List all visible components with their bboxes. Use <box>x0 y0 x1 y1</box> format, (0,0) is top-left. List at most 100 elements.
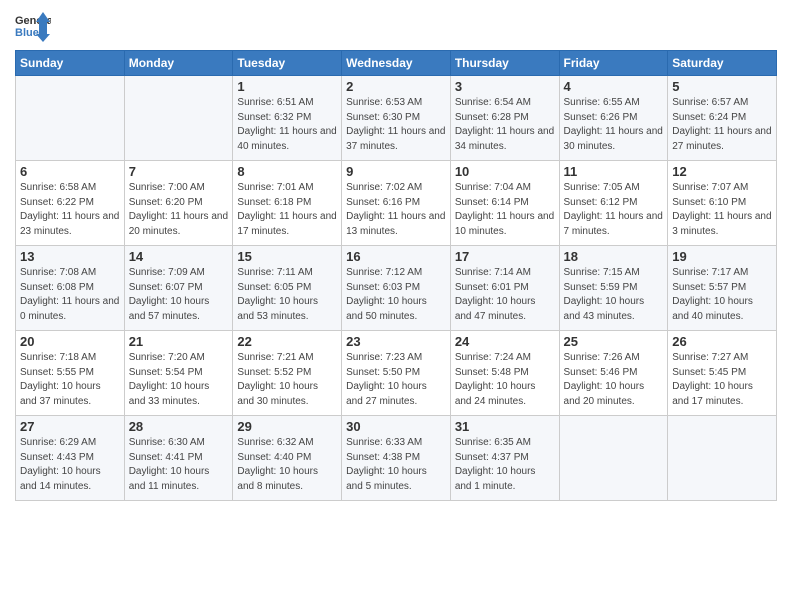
day-number: 27 <box>20 419 120 434</box>
calendar-cell: 9Sunrise: 7:02 AM Sunset: 6:16 PM Daylig… <box>342 161 451 246</box>
day-number: 13 <box>20 249 120 264</box>
day-number: 29 <box>237 419 337 434</box>
calendar-cell: 24 Sunrise: 7:24 AM Sunset: 5:48 PM Dayli… <box>450 331 559 416</box>
calendar-cell: 17 Sunrise: 7:14 AM Sunset: 6:01 PM Dayli… <box>450 246 559 331</box>
day-info: Sunrise: 7:15 AM Sunset: 5:59 PM Dayligh… <box>564 266 664 324</box>
day-number: 17 <box>455 249 555 264</box>
week-row-1: 1 Sunrise: 6:51 AM Sunset: 6:32 PM Daylig… <box>16 76 777 161</box>
day-info: Sunrise: 7:18 AM Sunset: 5:55 PM Dayligh… <box>20 351 120 409</box>
calendar-cell: 25 Sunrise: 7:26 AM Sunset: 5:46 PM Dayli… <box>559 331 668 416</box>
day-number: 30 <box>346 419 446 434</box>
day-number: 9 <box>346 164 446 179</box>
day-number: 23 <box>346 334 446 349</box>
calendar-cell: 12 Sunrise: 7:07 AM Sunset: 6:10 PM Dayli… <box>668 161 777 246</box>
calendar-cell: 26 Sunrise: 7:27 AM Sunset: 5:45 PM Dayli… <box>668 331 777 416</box>
day-info: Sunrise: 7:00 AM Sunset: 6:20 PM Dayligh… <box>129 181 229 239</box>
day-number: 7 <box>129 164 229 179</box>
day-info: Sunrise: 7:20 AM Sunset: 5:54 PM Dayligh… <box>129 351 229 409</box>
day-info: Sunrise: 7:21 AM Sunset: 5:52 PM Dayligh… <box>237 351 337 409</box>
day-info: Sunrise: 7:07 AM Sunset: 6:10 PM Dayligh… <box>672 181 772 239</box>
day-number: 6 <box>20 164 120 179</box>
day-header-tuesday: Tuesday <box>233 51 342 76</box>
calendar-cell: 29 Sunrise: 6:32 AM Sunset: 4:40 PM Dayli… <box>233 416 342 501</box>
day-info: Sunrise: 6:54 AM Sunset: 6:28 PM Dayligh… <box>455 96 555 154</box>
svg-text:Blue: Blue <box>15 27 39 39</box>
day-info: Sunrise: 7:12 AM Sunset: 6:03 PM Dayligh… <box>346 266 446 324</box>
day-number: 4 <box>564 79 664 94</box>
page-container: General Blue SundayMondayTuesdayWednesda… <box>0 0 792 511</box>
day-number: 1 <box>237 79 337 94</box>
day-number: 26 <box>672 334 772 349</box>
day-number: 25 <box>564 334 664 349</box>
calendar-cell: 28 Sunrise: 6:30 AM Sunset: 4:41 PM Dayli… <box>124 416 233 501</box>
day-number: 21 <box>129 334 229 349</box>
day-info: Sunrise: 7:14 AM Sunset: 6:01 PM Dayligh… <box>455 266 555 324</box>
day-info: Sunrise: 6:33 AM Sunset: 4:38 PM Dayligh… <box>346 436 446 494</box>
calendar-cell: 20 Sunrise: 7:18 AM Sunset: 5:55 PM Dayli… <box>16 331 125 416</box>
week-row-4: 20 Sunrise: 7:18 AM Sunset: 5:55 PM Dayli… <box>16 331 777 416</box>
day-number: 5 <box>672 79 772 94</box>
day-info: Sunrise: 7:27 AM Sunset: 5:45 PM Dayligh… <box>672 351 772 409</box>
day-number: 24 <box>455 334 555 349</box>
calendar-cell: 4Sunrise: 6:55 AM Sunset: 6:26 PM Daylig… <box>559 76 668 161</box>
day-number: 20 <box>20 334 120 349</box>
day-number: 12 <box>672 164 772 179</box>
day-info: Sunrise: 6:32 AM Sunset: 4:40 PM Dayligh… <box>237 436 337 494</box>
calendar-cell: 23 Sunrise: 7:23 AM Sunset: 5:50 PM Dayli… <box>342 331 451 416</box>
calendar-cell: 6 Sunrise: 6:58 AM Sunset: 6:22 PM Daylig… <box>16 161 125 246</box>
day-header-friday: Friday <box>559 51 668 76</box>
calendar-cell: 11Sunrise: 7:05 AM Sunset: 6:12 PM Dayli… <box>559 161 668 246</box>
header-row: SundayMondayTuesdayWednesdayThursdayFrid… <box>16 51 777 76</box>
calendar-cell: 14Sunrise: 7:09 AM Sunset: 6:07 PM Dayli… <box>124 246 233 331</box>
day-header-sunday: Sunday <box>16 51 125 76</box>
calendar-cell: 13 Sunrise: 7:08 AM Sunset: 6:08 PM Dayli… <box>16 246 125 331</box>
week-row-2: 6 Sunrise: 6:58 AM Sunset: 6:22 PM Daylig… <box>16 161 777 246</box>
day-number: 22 <box>237 334 337 349</box>
calendar-cell: 8Sunrise: 7:01 AM Sunset: 6:18 PM Daylig… <box>233 161 342 246</box>
calendar-cell: 22 Sunrise: 7:21 AM Sunset: 5:52 PM Dayli… <box>233 331 342 416</box>
day-info: Sunrise: 6:29 AM Sunset: 4:43 PM Dayligh… <box>20 436 120 494</box>
day-info: Sunrise: 7:24 AM Sunset: 5:48 PM Dayligh… <box>455 351 555 409</box>
calendar-cell: 16Sunrise: 7:12 AM Sunset: 6:03 PM Dayli… <box>342 246 451 331</box>
day-number: 28 <box>129 419 229 434</box>
day-info: Sunrise: 7:11 AM Sunset: 6:05 PM Dayligh… <box>237 266 337 324</box>
day-info: Sunrise: 7:17 AM Sunset: 5:57 PM Dayligh… <box>672 266 772 324</box>
day-number: 11 <box>564 164 664 179</box>
day-info: Sunrise: 7:08 AM Sunset: 6:08 PM Dayligh… <box>20 266 120 324</box>
day-info: Sunrise: 6:58 AM Sunset: 6:22 PM Dayligh… <box>20 181 120 239</box>
day-number: 10 <box>455 164 555 179</box>
day-info: Sunrise: 6:30 AM Sunset: 4:41 PM Dayligh… <box>129 436 229 494</box>
day-info: Sunrise: 7:23 AM Sunset: 5:50 PM Dayligh… <box>346 351 446 409</box>
day-header-saturday: Saturday <box>668 51 777 76</box>
day-info: Sunrise: 6:57 AM Sunset: 6:24 PM Dayligh… <box>672 96 772 154</box>
calendar-cell: 18 Sunrise: 7:15 AM Sunset: 5:59 PM Dayli… <box>559 246 668 331</box>
page-header: General Blue <box>15 10 777 46</box>
calendar-cell: 15 Sunrise: 7:11 AM Sunset: 6:05 PM Dayli… <box>233 246 342 331</box>
day-number: 15 <box>237 249 337 264</box>
calendar-table: SundayMondayTuesdayWednesdayThursdayFrid… <box>15 50 777 501</box>
day-header-monday: Monday <box>124 51 233 76</box>
day-info: Sunrise: 7:01 AM Sunset: 6:18 PM Dayligh… <box>237 181 337 239</box>
day-number: 2 <box>346 79 446 94</box>
day-number: 14 <box>129 249 229 264</box>
day-info: Sunrise: 6:51 AM Sunset: 6:32 PM Dayligh… <box>237 96 337 154</box>
week-row-3: 13 Sunrise: 7:08 AM Sunset: 6:08 PM Dayli… <box>16 246 777 331</box>
day-info: Sunrise: 7:26 AM Sunset: 5:46 PM Dayligh… <box>564 351 664 409</box>
calendar-cell: 27 Sunrise: 6:29 AM Sunset: 4:43 PM Dayli… <box>16 416 125 501</box>
calendar-cell: 1 Sunrise: 6:51 AM Sunset: 6:32 PM Daylig… <box>233 76 342 161</box>
calendar-cell: 30 Sunrise: 6:33 AM Sunset: 4:38 PM Dayli… <box>342 416 451 501</box>
calendar-cell: 10Sunrise: 7:04 AM Sunset: 6:14 PM Dayli… <box>450 161 559 246</box>
day-info: Sunrise: 6:53 AM Sunset: 6:30 PM Dayligh… <box>346 96 446 154</box>
day-number: 31 <box>455 419 555 434</box>
calendar-cell: 2 Sunrise: 6:53 AM Sunset: 6:30 PM Daylig… <box>342 76 451 161</box>
calendar-cell: 5 Sunrise: 6:57 AM Sunset: 6:24 PM Daylig… <box>668 76 777 161</box>
day-number: 18 <box>564 249 664 264</box>
day-header-wednesday: Wednesday <box>342 51 451 76</box>
calendar-cell: 7 Sunrise: 7:00 AM Sunset: 6:20 PM Daylig… <box>124 161 233 246</box>
day-number: 3 <box>455 79 555 94</box>
calendar-cell <box>16 76 125 161</box>
week-row-5: 27 Sunrise: 6:29 AM Sunset: 4:43 PM Dayli… <box>16 416 777 501</box>
calendar-cell: 31Sunrise: 6:35 AM Sunset: 4:37 PM Dayli… <box>450 416 559 501</box>
calendar-cell: 3 Sunrise: 6:54 AM Sunset: 6:28 PM Daylig… <box>450 76 559 161</box>
day-header-thursday: Thursday <box>450 51 559 76</box>
